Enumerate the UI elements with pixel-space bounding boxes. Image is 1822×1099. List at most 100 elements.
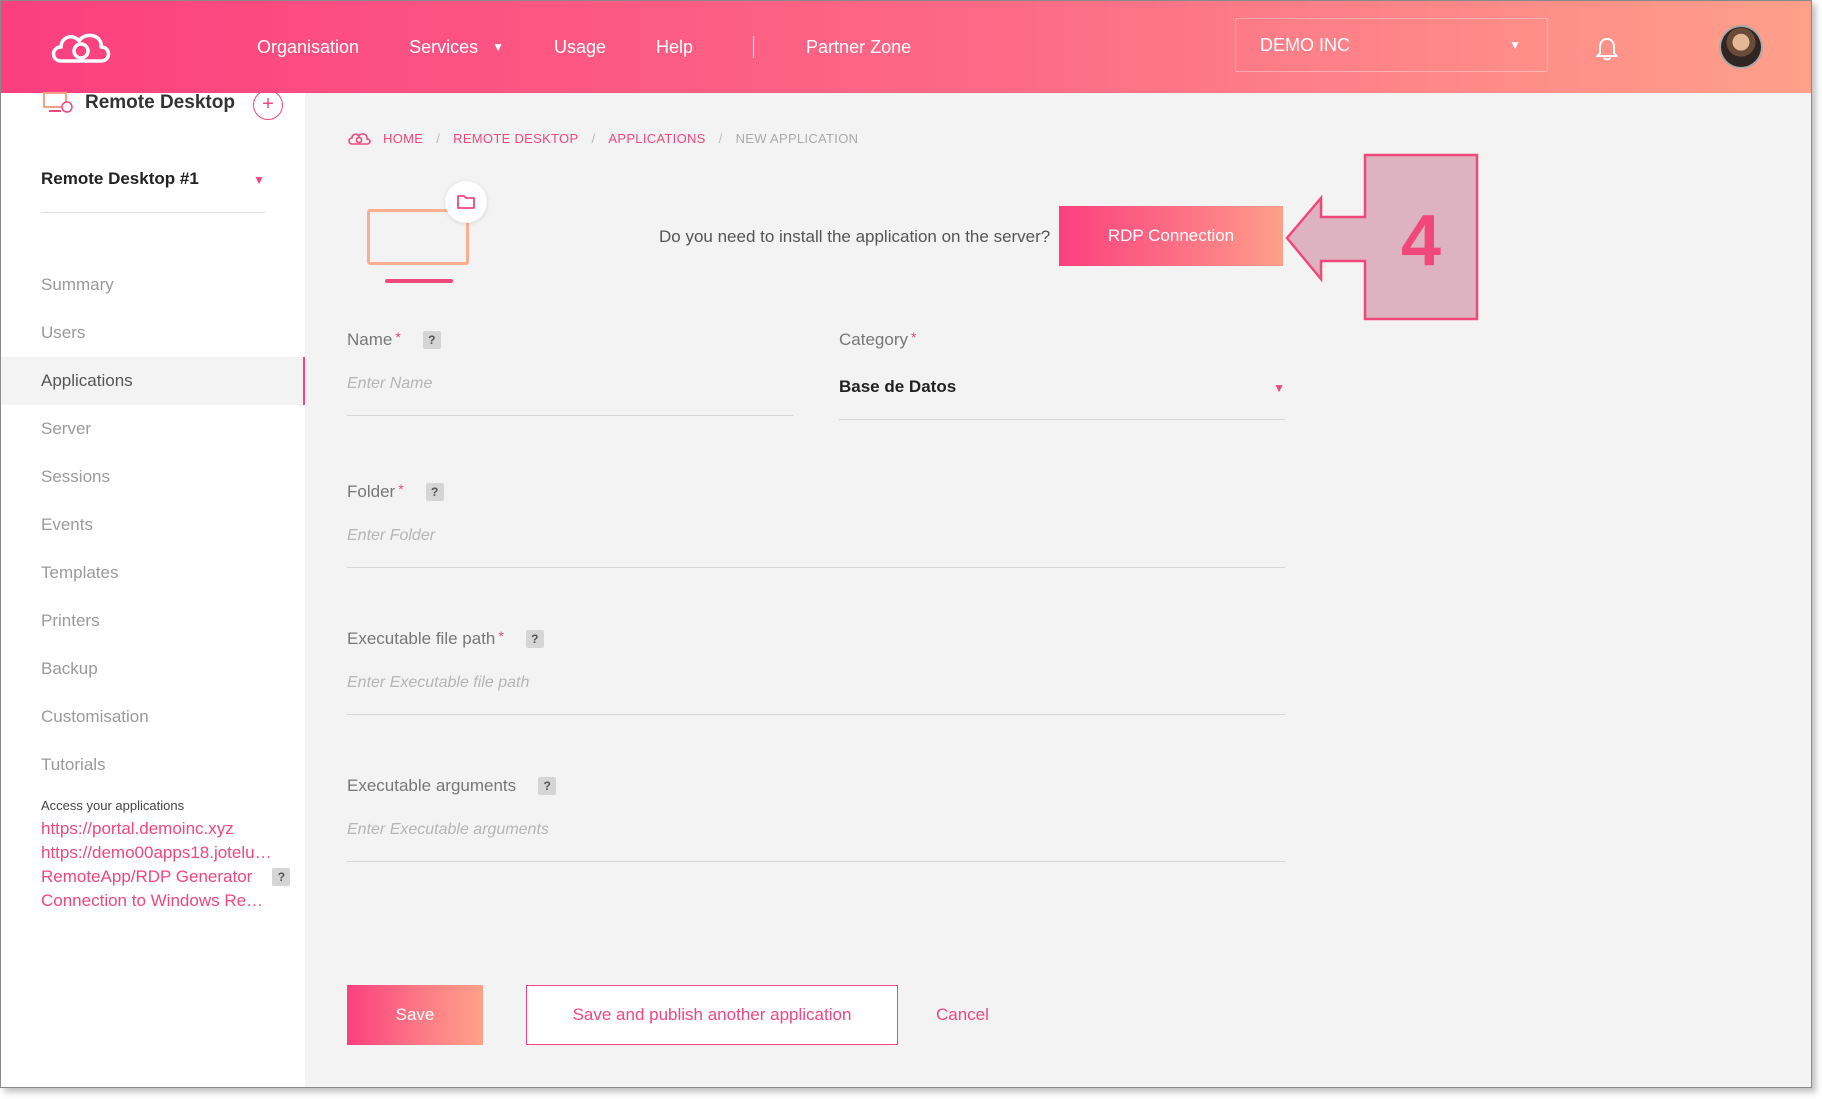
sidebar: Remote Desktop + Remote Desktop #1 ▼ Sum…	[1, 90, 305, 1087]
step-callout-arrow: 4	[1285, 153, 1479, 321]
exe-path-field-group: Executable file path * ?	[347, 628, 1285, 715]
main-nav: Organisation Services ▼ Usage Help Partne…	[257, 1, 961, 93]
exe-args-label: Executable arguments ?	[347, 775, 1285, 797]
sidebar-item-sessions[interactable]: Sessions	[1, 453, 305, 501]
breadcrumb-home[interactable]: HOME	[383, 131, 423, 146]
remote-desktop-icon	[43, 92, 73, 113]
required-marker: *	[395, 329, 401, 345]
user-avatar[interactable]	[1719, 25, 1763, 69]
sidebar-item-printers[interactable]: Printers	[1, 597, 305, 645]
sidebar-header: Remote Desktop	[43, 85, 235, 121]
caret-down-icon: ▼	[1509, 38, 1521, 52]
apps-server-link[interactable]: https://demo00apps18.jotelul…	[41, 841, 273, 865]
required-marker: *	[398, 481, 404, 497]
step-number: 4	[1401, 201, 1441, 281]
category-field-group: Category * Base de Datos ▼	[839, 329, 1285, 420]
breadcrumb-separator: /	[436, 131, 441, 146]
sidebar-item-events[interactable]: Events	[1, 501, 305, 549]
rdp-generator-link[interactable]: RemoteApp/RDP Generator	[41, 865, 252, 889]
breadcrumb: HOME / REMOTE DESKTOP / APPLICATIONS / N…	[347, 131, 858, 146]
breadcrumb-current: NEW APPLICATION	[735, 131, 859, 146]
application-illustration	[365, 173, 495, 283]
top-navigation-bar: Organisation Services ▼ Usage Help Partne…	[1, 1, 1811, 93]
help-icon[interactable]: ?	[538, 777, 557, 795]
sidebar-item-users[interactable]: Users	[1, 309, 305, 357]
sidebar-item-summary[interactable]: Summary	[1, 261, 305, 309]
app-window: Organisation Services ▼ Usage Help Partne…	[0, 0, 1812, 1088]
help-icon[interactable]: ?	[525, 630, 544, 648]
sidebar-title: Remote Desktop	[85, 92, 235, 113]
category-label-text: Category	[839, 330, 908, 349]
remote-desktop-select-value: Remote Desktop #1	[41, 169, 199, 188]
rdp-generator-row: RemoteApp/RDP Generator ?	[41, 865, 291, 889]
add-remote-desktop-button[interactable]: +	[253, 90, 283, 120]
sidebar-item-tutorials[interactable]: Tutorials	[1, 741, 305, 789]
windows-connection-link[interactable]: Connection to Windows Rem…	[41, 889, 273, 913]
main-content: HOME / REMOTE DESKTOP / APPLICATIONS / N…	[305, 93, 1811, 1087]
sidebar-item-templates[interactable]: Templates	[1, 549, 305, 597]
category-select-value: Base de Datos	[839, 377, 957, 396]
folder-label: Folder * ?	[347, 481, 1285, 503]
nav-partner-zone[interactable]: Partner Zone	[806, 37, 911, 58]
folder-input[interactable]	[347, 527, 1285, 568]
organisation-select-value: DEMO INC	[1260, 35, 1350, 55]
caret-down-icon: ▼	[1273, 381, 1285, 395]
monitor-stand	[385, 279, 453, 283]
exe-args-field-group: Executable arguments ?	[347, 775, 1285, 862]
help-icon[interactable]: ?	[422, 331, 441, 349]
exe-args-input[interactable]	[347, 821, 1285, 862]
category-label: Category *	[839, 329, 1285, 351]
breadcrumb-separator: /	[718, 131, 723, 146]
breadcrumb-applications[interactable]: APPLICATIONS	[608, 131, 705, 146]
bell-icon[interactable]	[1596, 37, 1618, 61]
organisation-select[interactable]: DEMO INC ▼	[1235, 18, 1548, 72]
nav-divider	[753, 36, 755, 58]
sidebar-item-server[interactable]: Server	[1, 405, 305, 453]
nav-label: Organisation	[257, 36, 360, 57]
save-and-publish-button[interactable]: Save and publish another application	[526, 985, 898, 1045]
nav-label: Help	[656, 36, 694, 57]
sidebar-item-backup[interactable]: Backup	[1, 645, 305, 693]
exe-path-label-text: Executable file path	[347, 629, 496, 648]
name-input[interactable]	[347, 375, 793, 416]
nav-help[interactable]: Help	[656, 37, 693, 58]
exe-path-input[interactable]	[347, 674, 1285, 715]
breadcrumb-separator: /	[591, 131, 596, 146]
folder-icon	[457, 195, 475, 209]
help-icon[interactable]: ?	[425, 483, 444, 501]
folder-label-text: Folder	[347, 482, 396, 501]
folder-field-group: Folder * ?	[347, 481, 1285, 568]
save-button[interactable]: Save	[347, 985, 483, 1045]
nav-label: Usage	[553, 36, 607, 57]
portal-link[interactable]: https://portal.demoinc.xyz	[41, 817, 273, 841]
category-select[interactable]: Base de Datos ▼	[839, 377, 1285, 420]
required-marker: *	[498, 628, 504, 644]
caret-down-icon: ▼	[492, 40, 504, 54]
nav-organisation[interactable]: Organisation	[257, 37, 359, 58]
nav-label: Partner Zone	[806, 36, 912, 57]
sidebar-item-customisation[interactable]: Customisation	[1, 693, 305, 741]
sidebar-menu: Summary Users Applications Server Sessio…	[1, 261, 305, 789]
nav-services[interactable]: Services ▼	[409, 37, 504, 58]
nav-usage[interactable]: Usage	[554, 37, 606, 58]
cloud-logo-icon[interactable]	[47, 29, 115, 65]
name-field-group: Name * ?	[347, 329, 793, 416]
cancel-link[interactable]: Cancel	[936, 985, 989, 1045]
name-label-text: Name	[347, 330, 393, 349]
access-title: Access your applications	[41, 798, 185, 813]
exe-path-label: Executable file path * ?	[347, 628, 1285, 650]
nav-label: Services	[409, 36, 479, 57]
required-marker: *	[910, 329, 917, 345]
install-question: Do you need to install the application o…	[659, 227, 1051, 246]
cloud-home-icon[interactable]	[347, 132, 371, 146]
folder-badge	[445, 181, 487, 223]
rdp-connection-button[interactable]: RDP Connection	[1059, 206, 1283, 266]
remote-desktop-select[interactable]: Remote Desktop #1 ▼	[41, 169, 265, 213]
name-label: Name * ?	[347, 329, 793, 351]
help-icon[interactable]: ?	[272, 868, 291, 886]
breadcrumb-remote-desktop[interactable]: REMOTE DESKTOP	[453, 131, 578, 146]
sidebar-item-applications[interactable]: Applications	[1, 357, 305, 405]
access-applications-section: Access your applications https://portal.…	[41, 798, 291, 913]
exe-args-label-text: Executable arguments	[347, 776, 517, 795]
caret-down-icon: ▼	[253, 173, 265, 187]
